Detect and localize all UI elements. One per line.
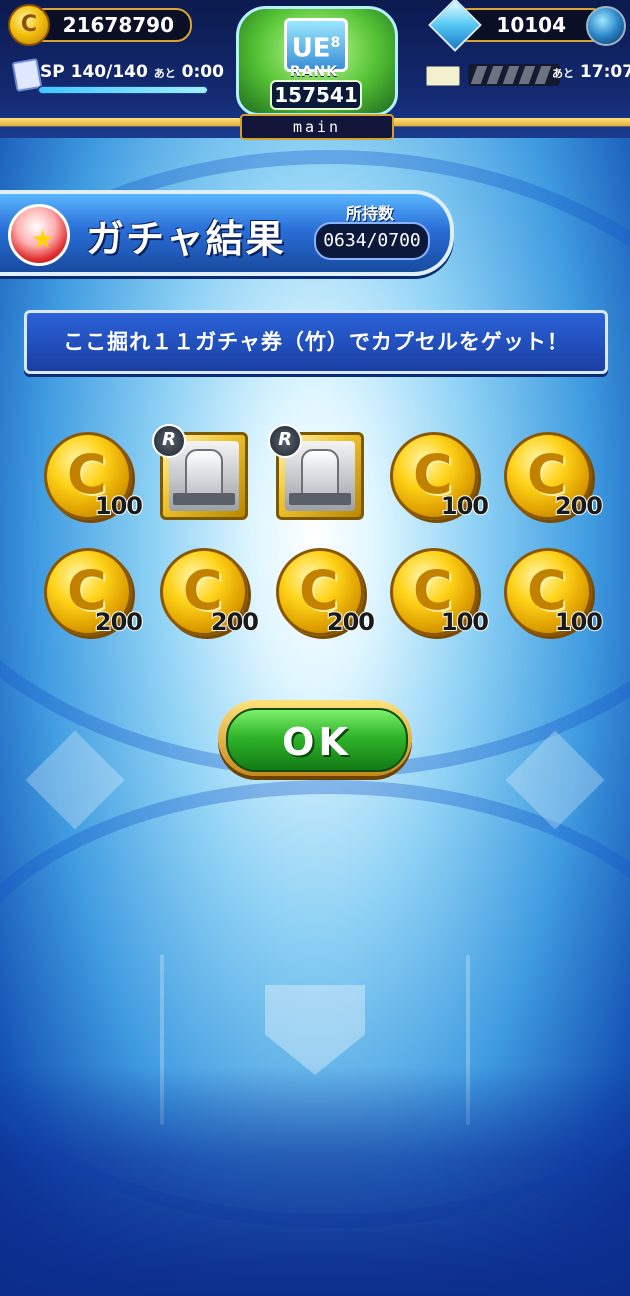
- stamina-segment: [534, 66, 552, 84]
- reward-amount: 100: [440, 491, 490, 521]
- stamina-segment: [470, 66, 488, 84]
- stamina-meter[interactable]: あと 17:07: [424, 60, 630, 90]
- stamina-timer-text: あと 17:07: [552, 62, 630, 82]
- background-ring: [0, 780, 630, 1228]
- reward-amount: 100: [440, 607, 490, 637]
- reward-coin[interactable]: C 200: [156, 544, 260, 640]
- reward-amount: 200: [554, 491, 604, 521]
- server-tab[interactable]: main: [240, 114, 394, 140]
- rank-label: RANK: [289, 64, 339, 80]
- background-line: [160, 955, 164, 1125]
- reward-coin[interactable]: C 100: [500, 544, 604, 640]
- background-base-right: [505, 730, 605, 830]
- owned-count: 0634/0700: [314, 222, 430, 260]
- sp-timer: 0:00: [181, 62, 224, 82]
- reward-item[interactable]: R: [152, 424, 252, 524]
- reward-coin[interactable]: C 100: [40, 428, 144, 524]
- rank-shield-text: UE: [291, 33, 331, 64]
- result-message: ここ掘れ１１ガチャ券（竹）でカプセルをゲット！: [24, 310, 608, 374]
- statue-base: [173, 493, 235, 505]
- sp-progress-fill: [39, 87, 207, 93]
- background-base-left: [25, 730, 125, 830]
- rarity-badge: R: [268, 424, 302, 458]
- statue-base: [289, 493, 351, 505]
- coin-count: 21678790: [62, 13, 174, 37]
- background-bottom-band: [0, 1066, 630, 1296]
- reward-coin[interactable]: C 100: [386, 428, 490, 524]
- stamina-remaining-prefix: あと: [552, 67, 574, 80]
- capsule-icon: ★: [8, 204, 70, 266]
- sp-value: 140/140: [70, 62, 148, 82]
- owned-label: 所持数: [346, 204, 395, 223]
- rank-value: 157541: [270, 80, 362, 110]
- reward-amount: 100: [554, 607, 604, 637]
- stamina-segment: [502, 66, 520, 84]
- ok-button[interactable]: OK: [218, 700, 412, 776]
- star-icon: ★: [31, 225, 55, 255]
- reward-amount: 200: [210, 607, 260, 637]
- stamina-timer: 17:07: [579, 62, 630, 82]
- stamina-segment: [518, 66, 536, 84]
- background-line: [466, 955, 470, 1125]
- sp-meter[interactable]: SP 140/140 あと 0:00: [11, 57, 224, 98]
- reward-coin[interactable]: C 100: [386, 544, 490, 640]
- reward-amount: 200: [326, 607, 376, 637]
- ok-button-label: OK: [282, 720, 352, 764]
- stamina-gauge: [468, 64, 560, 86]
- result-header: ★ ガチャ結果 所持数 0634/0700: [0, 190, 454, 276]
- gem-count: 10104: [496, 13, 566, 37]
- sp-progress-bar: [38, 86, 208, 94]
- stamina-segment: [486, 66, 504, 84]
- reward-coin[interactable]: C 200: [272, 544, 376, 640]
- ticket-icon: [426, 66, 460, 86]
- status-bar: 21678790 C 10104 SP 140/140 あと 0:00 あと 1…: [0, 0, 630, 140]
- reward-amount: 100: [94, 491, 144, 521]
- rank-badge[interactable]: UE8 RANK 157541: [236, 6, 398, 116]
- rank-shield-sup: 8: [330, 35, 341, 51]
- coin-icon: C: [8, 4, 50, 46]
- coin-counter[interactable]: 21678790: [28, 8, 192, 42]
- sp-text: SP 140/140 あと 0:00: [40, 62, 224, 82]
- orb-icon[interactable]: [586, 6, 626, 46]
- rarity-badge: R: [152, 424, 186, 458]
- sp-remaining-prefix: あと: [153, 67, 176, 80]
- reward-item[interactable]: R: [268, 424, 368, 524]
- reward-amount: 200: [94, 607, 144, 637]
- ok-button-face: OK: [226, 708, 408, 772]
- reward-coin[interactable]: C 200: [500, 428, 604, 524]
- background-home-plate: [265, 985, 365, 1075]
- reward-coin[interactable]: C 200: [40, 544, 144, 640]
- sp-label: SP: [40, 62, 65, 82]
- page-title: ガチャ結果: [86, 217, 286, 261]
